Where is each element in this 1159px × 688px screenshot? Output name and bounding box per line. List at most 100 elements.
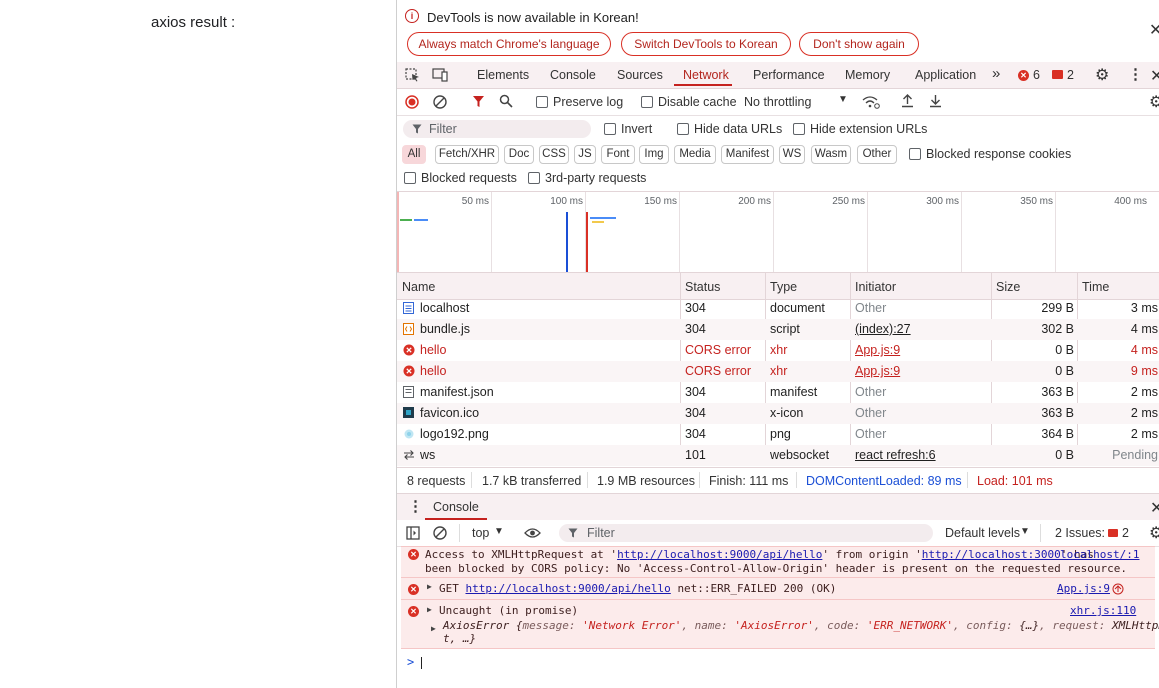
import-har-icon[interactable] xyxy=(901,94,914,108)
uncaught-source-link[interactable]: xhr.js:110 xyxy=(1070,604,1136,617)
context-selector[interactable]: top xyxy=(472,526,489,540)
issues-label[interactable]: 2 Issues: xyxy=(1055,526,1105,540)
get-url-link[interactable]: http://localhost:9000/api/hello xyxy=(466,582,671,595)
drawer-menu-icon[interactable]: ⋮ xyxy=(408,497,423,515)
always-match-language-button[interactable]: Always match Chrome's language xyxy=(407,32,611,56)
column-status[interactable]: Status xyxy=(685,280,720,294)
network-settings-gear-icon[interactable]: ⚙ xyxy=(1149,92,1159,112)
console-filter-input[interactable]: Filter xyxy=(559,524,933,542)
cell-name[interactable]: hello xyxy=(420,364,446,378)
close-infobar-icon[interactable]: ✕ xyxy=(1149,20,1159,40)
tab-console[interactable]: Console xyxy=(550,68,596,82)
preserve-log-checkbox[interactable] xyxy=(536,96,548,108)
type-filter-wasm[interactable]: Wasm xyxy=(811,145,851,164)
device-toolbar-icon[interactable] xyxy=(432,68,449,82)
error-count[interactable]: 6 xyxy=(1033,68,1040,82)
network-conditions-icon[interactable] xyxy=(862,95,880,109)
clear-console-icon[interactable] xyxy=(433,526,447,540)
issues-flag-icon[interactable] xyxy=(1108,529,1118,537)
table-row[interactable]: hello CORS error xhr App.js:9 0 B 9 ms xyxy=(397,361,1159,382)
context-dropdown-icon[interactable]: ▼ xyxy=(494,526,504,537)
type-filter-all[interactable]: All xyxy=(402,145,426,164)
cell-name[interactable]: logo192.png xyxy=(420,427,489,441)
expand-triangle-icon[interactable]: ▶ xyxy=(427,605,432,614)
network-request-icon[interactable] xyxy=(1112,583,1124,595)
warning-count[interactable]: 2 xyxy=(1067,68,1074,82)
type-filter-manifest[interactable]: Manifest xyxy=(721,145,774,164)
tab-network[interactable]: Network xyxy=(683,68,729,82)
cell-name[interactable]: localhost xyxy=(420,301,469,315)
table-row[interactable]: logo192.png 304 png Other 364 B 2 ms xyxy=(397,424,1159,445)
clear-icon[interactable] xyxy=(433,95,447,109)
column-initiator[interactable]: Initiator xyxy=(855,280,896,294)
throttling-dropdown-icon[interactable]: ▼ xyxy=(838,94,848,105)
invert-checkbox[interactable] xyxy=(604,123,616,135)
blocked-requests-checkbox[interactable] xyxy=(404,172,416,184)
cell-name[interactable]: manifest.json xyxy=(420,385,494,399)
table-row[interactable]: hello CORS error xhr App.js:9 0 B 4 ms xyxy=(397,340,1159,361)
hide-data-urls-checkbox[interactable] xyxy=(677,123,689,135)
tab-performance[interactable]: Performance xyxy=(753,68,825,82)
throttling-select[interactable]: No throttling xyxy=(744,95,811,109)
network-overview[interactable]: 50 ms 100 ms 150 ms 200 ms 250 ms 300 ms… xyxy=(397,191,1159,272)
inspect-element-icon[interactable] xyxy=(405,68,421,82)
search-icon[interactable] xyxy=(499,94,513,108)
expand-object-triangle-icon[interactable]: ▶ xyxy=(431,624,436,633)
column-size[interactable]: Size xyxy=(996,280,1020,294)
cell-name[interactable]: bundle.js xyxy=(420,322,470,336)
table-row[interactable]: favicon.ico 304 x-icon Other 363 B 2 ms xyxy=(397,403,1159,424)
column-type[interactable]: Type xyxy=(770,280,797,294)
log-levels-dropdown-icon[interactable]: ▼ xyxy=(1020,526,1030,537)
console-sidebar-icon[interactable] xyxy=(406,526,420,540)
expand-triangle-icon[interactable]: ▶ xyxy=(427,582,432,591)
column-time[interactable]: Time xyxy=(1082,280,1109,294)
tab-sources[interactable]: Sources xyxy=(617,68,663,82)
table-row[interactable]: manifest.json 304 manifest Other 363 B 2 ms xyxy=(397,382,1159,403)
type-filter-other[interactable]: Other xyxy=(857,145,897,164)
type-filter-media[interactable]: Media xyxy=(674,145,716,164)
error-count-icon[interactable]: ✕ xyxy=(1018,70,1029,81)
cell-name[interactable]: ws xyxy=(420,448,435,462)
blocked-response-cookies-checkbox[interactable] xyxy=(909,148,921,160)
type-filter-font[interactable]: Font xyxy=(601,145,635,164)
type-filter-ws[interactable]: WS xyxy=(779,145,805,164)
dont-show-again-button[interactable]: Don't show again xyxy=(799,32,919,56)
export-har-icon[interactable] xyxy=(929,94,942,108)
table-row[interactable]: bundle.js 304 script (index):27 302 B 4 ms xyxy=(397,319,1159,340)
cell-initiator[interactable]: App.js:9 xyxy=(855,343,900,357)
console-input-caret[interactable] xyxy=(421,657,422,669)
cors-origin-url-link[interactable]: http://localhost:3000 xyxy=(922,548,1061,561)
type-filter-css[interactable]: CSS xyxy=(539,145,569,164)
more-options-icon[interactable]: ⋮ xyxy=(1128,65,1143,83)
tab-application[interactable]: Application xyxy=(915,68,976,82)
cell-initiator[interactable]: App.js:9 xyxy=(855,364,900,378)
get-source-link[interactable]: App.js:9 xyxy=(1057,582,1110,595)
issues-count[interactable]: 2 xyxy=(1122,526,1129,540)
close-drawer-icon[interactable]: ✕ xyxy=(1150,498,1159,518)
close-devtools-icon[interactable]: ✕ xyxy=(1150,66,1159,86)
third-party-requests-checkbox[interactable] xyxy=(528,172,540,184)
hide-extension-urls-checkbox[interactable] xyxy=(793,123,805,135)
tab-elements[interactable]: Elements xyxy=(477,68,529,82)
log-levels-select[interactable]: Default levels xyxy=(945,526,1020,540)
cell-initiator[interactable]: react refresh:6 xyxy=(855,448,936,462)
warning-flag-icon[interactable] xyxy=(1052,70,1063,79)
console-settings-gear-icon[interactable]: ⚙ xyxy=(1149,523,1159,543)
cell-name[interactable]: hello xyxy=(420,343,446,357)
table-row[interactable]: localhost 304 document Other 299 B 3 ms xyxy=(397,298,1159,319)
drawer-tab-console[interactable]: Console xyxy=(433,500,479,514)
switch-to-korean-button[interactable]: Switch DevTools to Korean xyxy=(621,32,791,56)
tab-memory[interactable]: Memory xyxy=(845,68,890,82)
filter-input[interactable]: Filter xyxy=(403,120,591,138)
type-filter-js[interactable]: JS xyxy=(574,145,596,164)
type-filter-img[interactable]: Img xyxy=(639,145,669,164)
disable-cache-checkbox[interactable] xyxy=(641,96,653,108)
record-stop-icon[interactable] xyxy=(405,95,419,109)
live-expression-eye-icon[interactable] xyxy=(524,527,541,539)
more-tabs-icon[interactable]: » xyxy=(992,65,1000,82)
cors-request-url-link[interactable]: http://localhost:9000/api/hello xyxy=(617,548,822,561)
cell-initiator[interactable]: (index):27 xyxy=(855,322,911,336)
settings-gear-icon[interactable]: ⚙ xyxy=(1095,65,1109,85)
table-row[interactable]: ws 101 websocket react refresh:6 0 B Pending xyxy=(397,445,1159,466)
cors-source-link[interactable]: localhost/:1 xyxy=(1060,548,1139,561)
